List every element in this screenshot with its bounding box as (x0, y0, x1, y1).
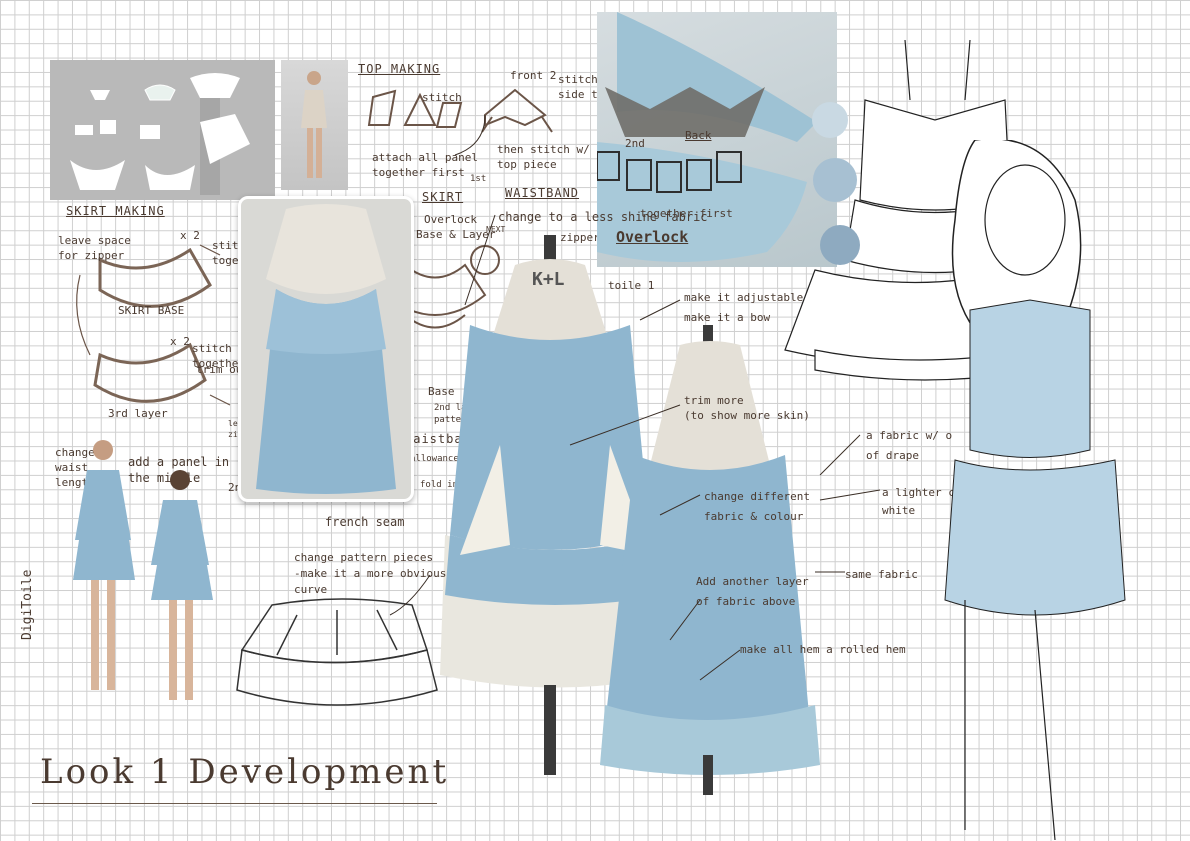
heading-top-making: TOP MAKING (358, 62, 441, 76)
page-title: Look 1 Development (40, 752, 450, 792)
note-front2: front 2 (510, 69, 557, 82)
note-inset-2nd: 2nd (625, 137, 645, 150)
toile-back-photo (238, 196, 414, 502)
feedback-same-fabric: same fabric (845, 568, 918, 581)
feedback-rolled-hem: make all hem a rolled hem (740, 643, 906, 656)
swatch-2 (813, 158, 857, 202)
note-attach-panels: attach all panel together first (372, 151, 478, 179)
note-stitch: stitch (422, 91, 462, 104)
avatar-3d-photo (281, 60, 348, 190)
note-inset-back: Back (685, 129, 712, 142)
digitoile-label: DigiToile (20, 569, 35, 640)
fashion-illustration (915, 140, 1145, 840)
title-underline (32, 803, 437, 804)
feedback-less-shine: change to a less shine fabric (498, 210, 708, 224)
swatch-3 (820, 225, 860, 265)
avatar-3d-figures (73, 440, 213, 700)
feedback-add-layer: Add another layer of fabric above (696, 575, 809, 608)
note-third-layer: 3rd layer (108, 407, 168, 420)
feedback-change-pattern: change pattern pieces -make it a more ob… (294, 551, 447, 596)
note-x2-b: x 2 (170, 335, 190, 348)
pattern-pieces-graphic (70, 73, 250, 195)
note-leave-space-zipper: leave space for zipper (58, 234, 131, 262)
feedback-toile-1: toile 1 (608, 279, 655, 292)
note-x2-a: x 2 (180, 229, 200, 242)
skirt-pattern-sketch (236, 598, 438, 706)
feedback-change-fabric: change different fabric & colour (704, 490, 810, 523)
digital-pattern-screenshot (50, 60, 275, 200)
note-then-stitch: then stitch w/ top piece (497, 143, 590, 171)
note-skirt-base: SKIRT BASE (118, 304, 185, 317)
dress-form-brand: K+L (532, 269, 565, 290)
note-first: 1st (470, 174, 487, 184)
note-overlock: Overlock (424, 213, 477, 226)
note-french-seam: french seam (325, 515, 405, 529)
swatch-1 (812, 102, 848, 138)
